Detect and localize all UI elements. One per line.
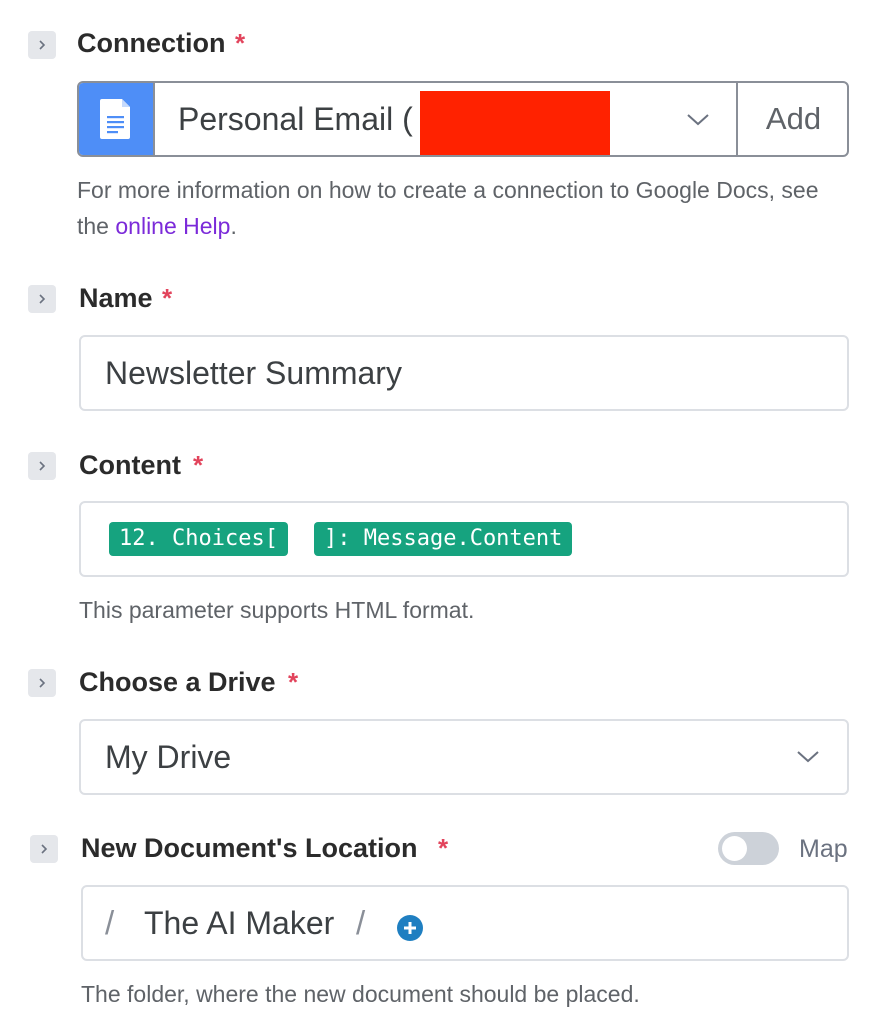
connection-required-mark: * [235, 28, 246, 58]
drive-selected-value: My Drive [105, 739, 232, 775]
connection-help-text: For more information on how to create a … [77, 177, 819, 239]
name-input-value: Newsletter Summary [105, 355, 402, 391]
name-label: Name [79, 283, 153, 313]
map-toggle[interactable] [718, 832, 779, 865]
chevron-down-icon [687, 114, 709, 126]
expand-connection-button[interactable] [28, 31, 56, 59]
chevron-right-icon [39, 294, 46, 304]
name-input[interactable]: Newsletter Summary [79, 335, 849, 411]
path-separator: / [105, 904, 115, 941]
content-required-mark: * [193, 450, 204, 480]
google-docs-icon [100, 99, 130, 139]
location-help-text: The folder, where the new document shoul… [81, 981, 640, 1007]
drive-required-mark: * [288, 667, 299, 697]
location-required-mark: * [438, 833, 449, 863]
connection-selected-value: Personal Email ( [178, 101, 413, 137]
chevron-right-icon [39, 40, 46, 50]
content-help-text: This parameter supports HTML format. [79, 597, 475, 623]
add-connection-button[interactable]: Add [738, 83, 847, 155]
expand-content-button[interactable] [28, 452, 56, 480]
redaction-block [420, 91, 610, 155]
expand-name-button[interactable] [28, 285, 56, 313]
drive-section: Choose a Drive * My Drive [0, 656, 880, 806]
connection-label: Connection [77, 28, 226, 58]
connection-select[interactable]: Personal Email ( Add [77, 81, 849, 157]
connection-section: Connection * Personal Email ( Add For mo… [0, 0, 880, 250]
folder-name[interactable]: The AI Maker [144, 905, 334, 942]
content-section: Content * 12. Choices[ ]: Message.Conten… [0, 438, 880, 638]
name-section: Name * Newsletter Summary [0, 270, 880, 420]
mapping-chip[interactable]: 12. Choices[ [109, 522, 288, 556]
path-separator: / [356, 904, 366, 941]
expand-location-button[interactable] [30, 835, 58, 863]
map-label: Map [799, 835, 848, 863]
drive-label: Choose a Drive [79, 667, 276, 697]
mapping-chip[interactable]: ]: Message.Content [314, 522, 573, 556]
google-docs-icon-box [79, 83, 153, 155]
plus-circle-icon[interactable] [397, 915, 423, 941]
expand-drive-button[interactable] [28, 669, 56, 697]
content-input[interactable]: 12. Choices[ ]: Message.Content [79, 501, 849, 577]
location-path-input[interactable]: / The AI Maker / [81, 885, 849, 961]
location-section: New Document's Location * Map / The AI M… [0, 822, 880, 1016]
chevron-down-icon [797, 751, 819, 763]
chevron-right-icon [41, 844, 48, 854]
content-label: Content [79, 450, 181, 480]
drive-select[interactable]: My Drive [79, 719, 849, 795]
chevron-right-icon [39, 678, 46, 688]
map-toggle-knob [722, 836, 747, 861]
chevron-right-icon [39, 461, 46, 471]
location-label: New Document's Location [81, 833, 418, 863]
name-required-mark: * [162, 283, 173, 313]
online-help-link[interactable]: online Help [115, 213, 230, 239]
